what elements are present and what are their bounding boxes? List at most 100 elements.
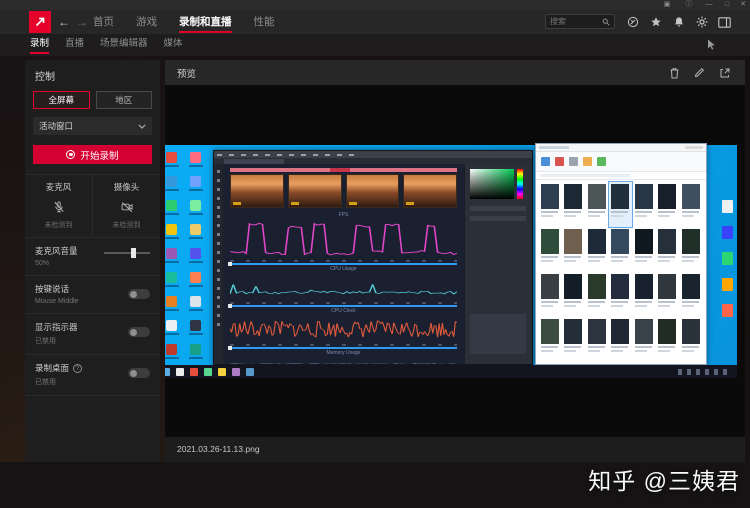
camera-status: 未检测到 xyxy=(93,220,160,230)
preview-header: 预览 xyxy=(165,60,745,85)
panel-layout-icon[interactable] xyxy=(718,16,731,29)
push-to-talk-binding: Mouse Middle xyxy=(35,298,150,305)
document-canvas: FPS CPU Usage xyxy=(223,164,464,364)
divider-handle xyxy=(230,263,457,265)
file-thumbnail xyxy=(632,317,656,362)
gear-icon[interactable] xyxy=(695,16,708,29)
panels-column xyxy=(464,164,532,364)
subtab-scene-editor[interactable]: 场景编辑器 xyxy=(100,34,148,56)
panel-row xyxy=(470,206,526,211)
desktop-icon xyxy=(184,174,208,198)
bell-icon[interactable] xyxy=(672,16,685,29)
file-thumbnail xyxy=(656,227,680,272)
file-thumbnail xyxy=(609,272,633,317)
desktop-icon xyxy=(165,198,184,222)
show-indicator-toggle[interactable] xyxy=(128,327,150,337)
file-thumbnail xyxy=(679,317,703,362)
close-icon[interactable]: ✕ xyxy=(738,1,748,9)
chart-waveform xyxy=(230,357,457,364)
pencil-icon[interactable] xyxy=(693,66,706,79)
main-navbar: ← → 首页 游戏 录制和直播 性能 xyxy=(0,10,750,34)
taskbar-icon xyxy=(176,368,184,376)
camera-device[interactable]: 摄像头 未检测到 xyxy=(93,175,160,237)
desktop-icon xyxy=(184,318,208,342)
ribbon-icon xyxy=(583,157,592,166)
file-thumbnail xyxy=(656,272,680,317)
capture-filename: 2021.03.26-11.13.png xyxy=(165,437,745,462)
file-thumbnail xyxy=(538,317,562,362)
region-button[interactable]: 地区 xyxy=(96,91,153,109)
maximize-icon[interactable]: □ xyxy=(722,1,732,9)
game-thumbnail xyxy=(346,174,400,208)
fps-chart: FPS xyxy=(230,212,457,262)
slider-thumb[interactable] xyxy=(131,248,136,258)
microphone-device[interactable]: 麦克风 未检测到 xyxy=(25,175,93,237)
globe-icon[interactable] xyxy=(626,16,639,29)
file-thumbnail xyxy=(562,227,586,272)
forward-button[interactable]: → xyxy=(76,10,88,34)
fullscreen-button[interactable]: 全屏幕 xyxy=(33,91,90,109)
file-thumbnail xyxy=(585,227,609,272)
menu-bar xyxy=(214,151,532,158)
overlay-progress-bar xyxy=(230,168,457,172)
desktop-icon xyxy=(722,252,733,265)
mic-volume-row: 麦克风音量 50% xyxy=(25,238,160,276)
back-button[interactable]: ← xyxy=(58,10,70,34)
search-icon xyxy=(602,18,610,26)
search-box[interactable] xyxy=(545,14,615,29)
cursor-icon[interactable] xyxy=(707,39,716,50)
taskbar-icon xyxy=(204,368,212,376)
chart-title: FPS xyxy=(230,212,457,219)
axis-ticks xyxy=(230,259,457,262)
file-thumbnail xyxy=(632,182,656,227)
taskbar-icon xyxy=(232,368,240,376)
desktop-icon-grid xyxy=(165,150,208,374)
desktop-icon xyxy=(184,342,208,366)
panel-row xyxy=(470,216,526,221)
tab-record-stream[interactable]: 录制和直播 xyxy=(179,10,232,34)
desktop-icon xyxy=(722,304,733,317)
amd-arrow-icon xyxy=(33,15,47,29)
microphone-status: 未检测到 xyxy=(25,220,92,230)
preview-title: 预览 xyxy=(177,66,668,80)
chart-title: Memory Usage xyxy=(230,350,457,357)
subtab-stream[interactable]: 直播 xyxy=(65,34,84,56)
preview-panel: 预览 xyxy=(165,60,745,462)
start-recording-button[interactable]: 开始录制 xyxy=(33,145,152,164)
star-icon[interactable] xyxy=(649,16,662,29)
record-desktop-toggle[interactable] xyxy=(128,368,150,378)
trash-icon[interactable] xyxy=(668,66,681,79)
subtab-record[interactable]: 录制 xyxy=(30,34,49,56)
navbar-icon-group xyxy=(626,10,731,34)
tab-games[interactable]: 游戏 xyxy=(136,10,157,34)
info-icon[interactable]: ⓘ xyxy=(684,1,694,9)
desktop-icon xyxy=(722,226,733,239)
microphone-label: 麦克风 xyxy=(25,181,92,193)
tool-palette xyxy=(214,164,223,364)
game-thumbnail xyxy=(403,174,457,208)
export-icon[interactable] xyxy=(718,66,731,79)
subtab-media[interactable]: 媒体 xyxy=(164,34,183,56)
minimize-icon[interactable]: — xyxy=(704,1,714,9)
desktop-icon xyxy=(184,246,208,270)
push-to-talk-toggle[interactable] xyxy=(128,289,150,299)
mic-volume-slider[interactable] xyxy=(104,252,150,254)
desktop-icon xyxy=(184,150,208,174)
record-desktop-status: 已禁用 xyxy=(35,377,150,387)
tab-performance[interactable]: 性能 xyxy=(254,10,275,34)
desktop-icon xyxy=(184,222,208,246)
tab-home[interactable]: 首页 xyxy=(93,10,114,34)
search-input[interactable] xyxy=(550,17,602,26)
sidebar-title: 控制 xyxy=(25,60,160,89)
cpu-clock-chart: CPU Clock xyxy=(230,308,457,346)
file-thumbnail xyxy=(632,272,656,317)
chart-waveform xyxy=(230,219,457,259)
report-icon[interactable]: ▣ xyxy=(662,1,672,9)
file-thumbnail xyxy=(562,182,586,227)
info-icon[interactable]: ? xyxy=(73,364,82,373)
window-titlebar: ▣ ⓘ — □ ✕ xyxy=(0,0,750,10)
desktop-icon xyxy=(165,150,184,174)
taskbar-icon xyxy=(218,368,226,376)
amd-radeon-logo[interactable] xyxy=(29,11,51,33)
window-select[interactable]: 活动窗口 xyxy=(33,117,152,135)
